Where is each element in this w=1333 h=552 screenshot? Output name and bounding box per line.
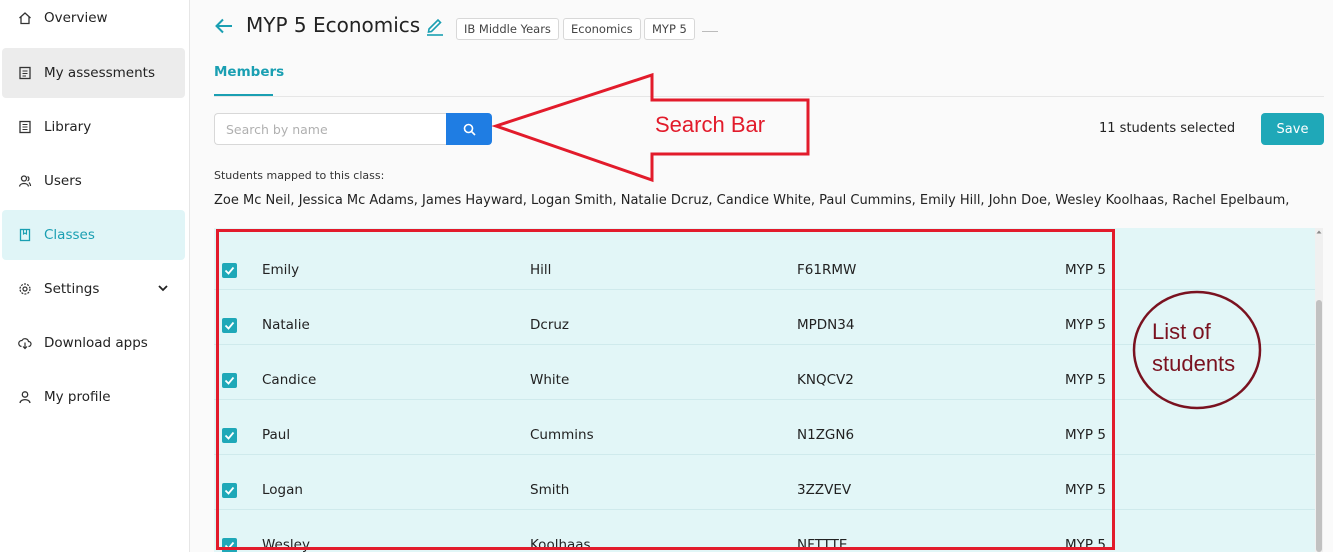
assessment-icon [18, 66, 32, 80]
checkmark-icon [224, 541, 235, 550]
first-name-cell: Paul [262, 427, 291, 443]
home-icon [18, 11, 32, 25]
first-name-cell: Candice [262, 372, 317, 388]
checkmark-icon [224, 266, 235, 275]
gear-icon [18, 282, 32, 296]
student-code-cell: NFTTTE [797, 537, 848, 552]
student-code-cell: 3ZZVEV [797, 482, 852, 498]
tab-divider [214, 96, 1324, 97]
last-name-cell: Hill [530, 262, 552, 278]
sidebar: Overview My assessments Library Users Cl… [0, 0, 190, 552]
mapped-students-names: Zoe Mc Neil, Jessica Mc Adams, James Hay… [214, 193, 1290, 208]
scrollbar-thumb[interactable] [1316, 300, 1322, 552]
row-checkbox[interactable] [222, 428, 237, 443]
grade-cell: MYP 5 [1065, 262, 1106, 278]
row-checkbox[interactable] [222, 373, 237, 388]
sidebar-item-classes[interactable]: Classes [2, 210, 185, 260]
grade-cell: MYP 5 [1065, 372, 1106, 388]
student-list: Emily Hill F61RMW MYP 5 Natalie Dcruz MP… [214, 228, 1315, 552]
back-arrow-icon[interactable] [214, 16, 234, 36]
scroll-up-arrow-icon[interactable] [1315, 228, 1323, 236]
sidebar-item-my-assessments[interactable]: My assessments [2, 48, 185, 98]
sidebar-item-my-profile[interactable]: My profile [2, 372, 185, 422]
cloud-download-icon [18, 336, 32, 350]
pencil-edit-icon[interactable] [426, 16, 444, 36]
tag-programme: IB Middle Years [456, 18, 559, 40]
first-name-cell: Natalie [262, 317, 310, 333]
sidebar-item-overview[interactable]: Overview [2, 0, 185, 43]
checkmark-icon [224, 376, 235, 385]
grade-cell: MYP 5 [1065, 482, 1106, 498]
tag-grade: MYP 5 [644, 18, 695, 40]
tab-members[interactable]: Members [214, 64, 284, 80]
selected-count: 11 students selected [1099, 121, 1236, 136]
table-row[interactable]: Logan Smith 3ZZVEV MYP 5 [214, 455, 1315, 510]
last-name-cell: Koolhaas [530, 537, 591, 552]
checkmark-icon [224, 321, 235, 330]
library-icon [18, 120, 32, 134]
table-row[interactable]: Wesley Koolhaas NFTTTE MYP 5 [214, 510, 1315, 552]
first-name-cell: Emily [262, 262, 300, 278]
tag-divider [702, 31, 718, 32]
first-name-cell: Wesley [262, 537, 310, 552]
last-name-cell: Smith [530, 482, 570, 498]
student-code-cell: KNQCV2 [797, 372, 854, 388]
sidebar-item-label: Settings [44, 281, 100, 297]
checkmark-icon [224, 431, 235, 440]
sidebar-item-label: My profile [44, 389, 111, 405]
users-icon [18, 174, 32, 188]
user-icon [18, 390, 32, 404]
sidebar-item-label: My assessments [44, 65, 155, 81]
grade-cell: MYP 5 [1065, 317, 1106, 333]
page-title: MYP 5 Economics [246, 13, 421, 37]
row-checkbox[interactable] [222, 263, 237, 278]
last-name-cell: White [530, 372, 570, 388]
checkmark-icon [224, 486, 235, 495]
sidebar-item-label: Classes [44, 227, 95, 243]
mapped-students-label: Students mapped to this class: [214, 169, 385, 182]
sidebar-item-label: Download apps [44, 335, 148, 351]
annotation-list-label: List of students [1152, 316, 1262, 380]
sidebar-item-label: Users [44, 173, 82, 189]
student-code-cell: F61RMW [797, 262, 857, 278]
annotation-search-bar-label: Search Bar [655, 112, 766, 137]
search-button[interactable] [446, 113, 492, 145]
student-code-cell: N1ZGN6 [797, 427, 855, 443]
sidebar-item-label: Library [44, 119, 92, 135]
row-checkbox[interactable] [222, 483, 237, 498]
table-row[interactable]: Paul Cummins N1ZGN6 MYP 5 [214, 400, 1315, 455]
row-checkbox[interactable] [222, 318, 237, 333]
row-checkbox[interactable] [222, 538, 237, 552]
last-name-cell: Dcruz [530, 317, 570, 333]
main-content: MYP 5 Economics IB Middle Years Economic… [190, 0, 1333, 552]
chevron-down-icon[interactable] [157, 282, 169, 294]
first-name-cell: Logan [262, 482, 303, 498]
annotation-list-line2: students [1152, 351, 1236, 376]
sidebar-item-settings[interactable]: Settings [2, 264, 185, 314]
table-row[interactable]: Candice White KNQCV2 MYP 5 [214, 345, 1315, 400]
sidebar-item-library[interactable]: Library [2, 102, 185, 152]
classes-icon [18, 228, 32, 242]
save-button[interactable]: Save [1261, 113, 1324, 145]
sidebar-item-label: Overview [44, 10, 108, 26]
grade-cell: MYP 5 [1065, 537, 1106, 552]
sidebar-item-users[interactable]: Users [2, 156, 185, 206]
table-row[interactable]: Natalie Dcruz MPDN34 MYP 5 [214, 290, 1315, 345]
tag-subject: Economics [563, 18, 641, 40]
search-input[interactable] [214, 113, 447, 145]
sidebar-item-download-apps[interactable]: Download apps [2, 318, 185, 368]
last-name-cell: Cummins [530, 427, 594, 443]
search-icon [463, 123, 476, 136]
student-code-cell: MPDN34 [797, 317, 855, 333]
grade-cell: MYP 5 [1065, 427, 1106, 443]
annotation-list-line1: List of [1152, 319, 1211, 344]
table-row[interactable]: Emily Hill F61RMW MYP 5 [214, 235, 1315, 290]
